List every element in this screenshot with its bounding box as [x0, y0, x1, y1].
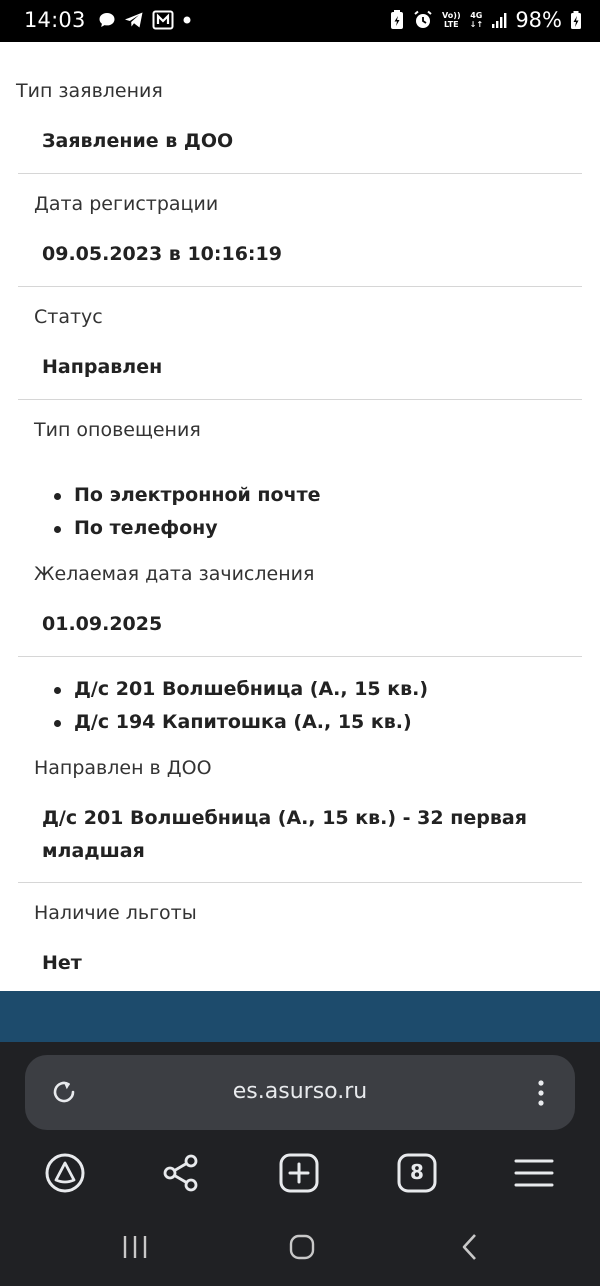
network-4g-icon: 4G ↓↑ [469, 11, 484, 29]
divider [18, 656, 582, 657]
browser-chrome: es.asurso.ru 8 [0, 1042, 600, 1286]
tabs-button[interactable]: 8 [395, 1151, 439, 1195]
url-text[interactable]: es.asurso.ru [25, 1079, 575, 1104]
address-bar[interactable]: es.asurso.ru [25, 1055, 575, 1130]
application-type-value: Заявление в ДОО [42, 130, 234, 152]
list-item: По электронной почте [54, 479, 321, 512]
sent-to-label: Направлен в ДОО [34, 757, 212, 779]
signal-icon [492, 13, 507, 28]
home-icon[interactable] [284, 1232, 320, 1262]
application-details: Тип заявления Заявление в ДОО Дата регис… [0, 42, 600, 991]
page-footer [0, 991, 600, 1042]
hamburger-menu-icon[interactable] [512, 1151, 556, 1195]
divider [18, 286, 582, 287]
chat-icon [99, 13, 115, 27]
more-notifications-dot-icon [183, 16, 191, 24]
status-right: Vo)) LTE 4G ↓↑ 98% [389, 8, 582, 32]
divider [18, 399, 582, 400]
sent-to-value-line2: младшая [42, 840, 145, 862]
notification-icons [98, 10, 192, 30]
clock: 14:03 [24, 8, 86, 32]
notification-type-list: По электронной почте По телефону [54, 479, 321, 545]
more-menu-icon[interactable] [531, 1077, 551, 1109]
volte-icon: Vo)) LTE [442, 11, 461, 29]
back-icon[interactable] [452, 1232, 488, 1262]
status-bar: 14:03 Vo)) LTE 4G ↓↑ 98% [0, 0, 600, 42]
list-item: Д/с 201 Волшебница (А., 15 кв.) [53, 673, 428, 706]
application-type-label: Тип заявления [16, 80, 163, 102]
benefit-label: Наличие льготы [34, 902, 197, 924]
status-left: 14:03 [24, 8, 192, 32]
alarm-icon [414, 10, 432, 28]
list-item: Д/с 194 Капитошка (А., 15 кв.) [53, 706, 428, 739]
battery-charging-icon [571, 11, 581, 29]
share-icon[interactable] [159, 1151, 203, 1195]
tabs-count: 8 [410, 1160, 424, 1184]
battery-percent: 98% [515, 8, 562, 32]
new-tab-icon[interactable] [277, 1151, 321, 1195]
notification-type-label: Тип оповещения [34, 419, 201, 441]
alice-assistant-icon[interactable] [43, 1151, 87, 1195]
recent-apps-icon[interactable] [117, 1232, 153, 1262]
list-item: По телефону [54, 512, 321, 545]
desired-date-label: Желаемая дата зачисления [34, 563, 315, 585]
divider [18, 173, 582, 174]
battery-saver-icon [391, 10, 404, 29]
divider [18, 882, 582, 883]
sent-to-value-line1: Д/с 201 Волшебница (А., 15 кв.) - 32 пер… [42, 807, 527, 829]
status-label: Статус [34, 306, 103, 328]
registration-date-label: Дата регистрации [34, 193, 219, 215]
kindergarten-list: Д/с 201 Волшебница (А., 15 кв.) Д/с 194 … [53, 673, 428, 739]
registration-date-value: 09.05.2023 в 10:16:19 [42, 243, 282, 265]
desired-date-value: 01.09.2025 [42, 613, 163, 635]
app-m-icon [152, 10, 174, 30]
status-value: Направлен [42, 356, 163, 378]
telegram-icon [124, 12, 143, 28]
benefit-value: Нет [42, 952, 82, 974]
